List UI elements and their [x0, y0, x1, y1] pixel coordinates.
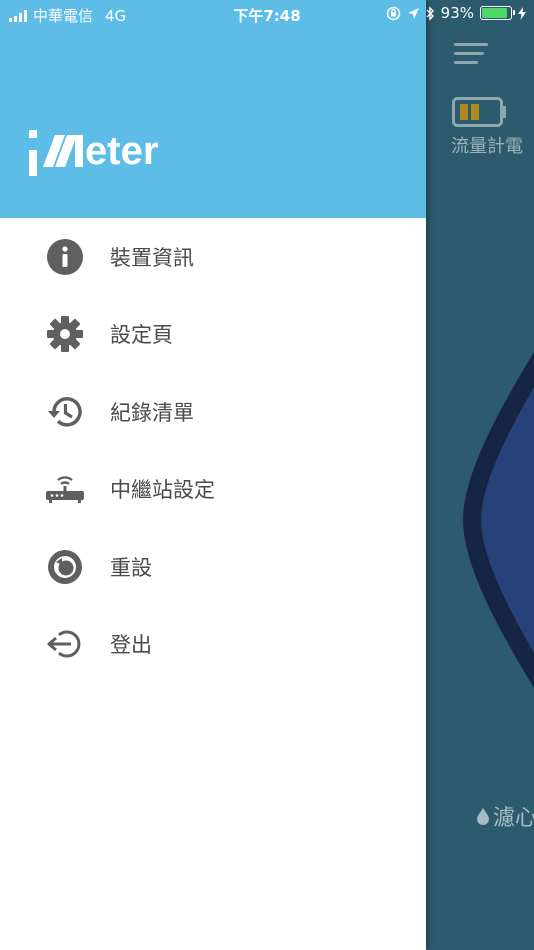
battery-percent: 93%	[440, 4, 474, 22]
logo-text: eter	[85, 129, 159, 173]
gear-icon	[45, 314, 85, 354]
menu-item-label: 設定頁	[110, 323, 173, 348]
menu-item-label: 裝置資訊	[110, 245, 194, 270]
menu-item-settings[interactable]: 設定頁	[0, 296, 426, 374]
imeter-logo: eter	[29, 122, 159, 176]
bluetooth-icon	[426, 5, 434, 21]
menu-item-history[interactable]: 紀錄清單	[0, 373, 426, 451]
navigation-drawer: eter 裝置資訊 設定頁 紀錄清單 中繼站設定 重設 登出	[0, 0, 426, 950]
reset-icon	[45, 547, 85, 587]
menu-item-device-info[interactable]: 裝置資訊	[0, 218, 426, 296]
status-bar: 中華電信 4G 下午7:48 93%	[0, 0, 534, 28]
info-icon	[45, 237, 85, 277]
menu-item-repeater[interactable]: 中繼站設定	[0, 451, 426, 529]
flow-meter-battery-label: 流量計電	[451, 136, 523, 157]
menu-item-label: 中繼站設定	[110, 478, 215, 503]
menu-item-reset[interactable]: 重設	[0, 528, 426, 606]
drawer-menu: 裝置資訊 設定頁 紀錄清單 中繼站設定 重設 登出	[0, 218, 426, 683]
charging-bolt-icon	[518, 6, 526, 20]
history-icon	[45, 392, 85, 432]
menu-item-label: 重設	[110, 555, 152, 580]
water-drop-gauge	[462, 352, 534, 688]
menu-item-label: 紀錄清單	[110, 400, 194, 425]
drawer-header: eter	[0, 0, 426, 218]
router-icon	[45, 469, 85, 509]
logo-m-mark	[43, 135, 83, 167]
water-drop-icon	[477, 808, 489, 825]
battery-icon	[480, 6, 515, 20]
flow-meter-battery-icon	[452, 97, 506, 127]
filter-label: 濾心	[493, 806, 534, 831]
logout-icon	[45, 624, 85, 664]
menu-item-logout[interactable]: 登出	[0, 606, 426, 684]
menu-item-label: 登出	[110, 633, 152, 658]
hamburger-menu-icon[interactable]	[454, 43, 490, 67]
location-arrow-icon	[407, 7, 419, 19]
orientation-lock-icon	[386, 6, 400, 20]
filter-status: 濾心	[476, 800, 534, 832]
